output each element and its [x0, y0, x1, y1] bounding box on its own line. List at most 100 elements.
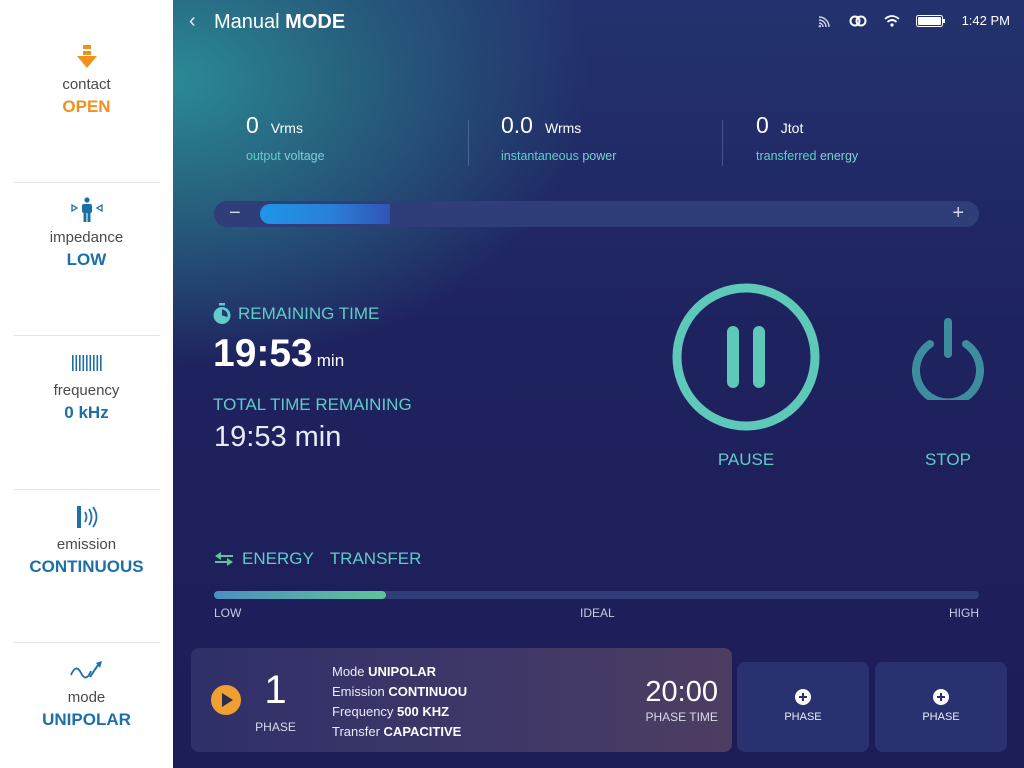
metric-output-voltage: 0 Vrms output voltage	[246, 112, 325, 163]
energy-tick-low: LOW	[214, 606, 242, 620]
sidebar-item-label: frequency	[53, 382, 120, 399]
metric-sub: voltage	[284, 149, 325, 163]
divider	[14, 489, 160, 490]
phase-time-label: PHASE TIME	[645, 710, 718, 724]
metric-instantaneous-power: 0.0 Wrms instantaneous power	[501, 112, 616, 163]
title-light: Manual	[214, 11, 280, 33]
energy-transfer-label: ENERGY TRANSFER	[214, 549, 421, 569]
metric-sub-bold: transferred	[756, 149, 817, 163]
remaining-time-number: 19:53	[213, 332, 313, 375]
sidebar-item-label: emission	[56, 536, 117, 553]
energy-tick-ideal: IDEAL	[580, 606, 615, 620]
sidebar-item-mode[interactable]: mode UNIPOLAR	[0, 655, 173, 730]
sidebar-item-emission[interactable]: emission CONTINUOUS	[0, 502, 173, 577]
link-icon	[849, 15, 867, 26]
status-bar: 1:42 PM	[818, 13, 1010, 28]
phase-label: PHASE	[255, 720, 296, 734]
arrow-down-icon	[0, 42, 173, 72]
energy-tick-high: HIGH	[949, 606, 979, 620]
emission-waves-icon	[0, 502, 173, 532]
energy-label-2: TRANSFER	[329, 549, 422, 568]
energy-label-1: ENERGY	[242, 549, 314, 568]
phase-number: 1	[264, 668, 287, 712]
phase-frequency-value: 500 KHZ	[397, 704, 450, 719]
plus-icon	[795, 689, 811, 705]
phase-emission-value: CONTINUOU	[388, 684, 468, 699]
phase-info: Mode UNIPOLAR Emission CONTINUOU Frequen…	[332, 662, 467, 742]
sidebar-item-value: CONTINUOUS	[29, 557, 144, 576]
increase-button[interactable]: +	[952, 202, 964, 225]
sidebar-item-value: LOW	[66, 250, 107, 269]
energy-bar	[214, 591, 979, 599]
total-time-value: 19:53 min	[214, 421, 342, 453]
sidebar-item-impedance[interactable]: impedance LOW	[0, 195, 173, 270]
barcode-icon	[0, 348, 173, 378]
unipolar-wave-icon	[0, 655, 173, 685]
plus-icon	[933, 689, 949, 705]
phase-transfer-value: CAPACITIVE	[383, 724, 462, 739]
metric-value: 0	[246, 112, 259, 138]
decrease-button[interactable]: −	[229, 202, 241, 225]
battery-icon	[915, 14, 945, 27]
slider-fill[interactable]	[260, 204, 390, 224]
power-slider[interactable]: − +	[214, 201, 979, 227]
power-icon[interactable]	[906, 316, 990, 400]
add-phase-button[interactable]: PHASE	[737, 662, 869, 752]
pause-label: PAUSE	[717, 450, 775, 469]
sidebar-item-label: contact	[62, 76, 111, 93]
metric-sub-bold: output	[246, 149, 281, 163]
metric-value: 0.0	[501, 112, 533, 138]
phase-card[interactable]: 1 PHASE Mode UNIPOLAR Emission CONTINUOU…	[191, 648, 732, 752]
sidebar-item-frequency[interactable]: frequency 0 kHz	[0, 348, 173, 423]
add-phase-button[interactable]: PHASE	[875, 662, 1007, 752]
play-icon[interactable]	[211, 685, 241, 715]
person-arrows-icon	[0, 195, 173, 225]
clock: 1:42 PM	[961, 13, 1010, 28]
phase-mode-label: Mode	[332, 664, 365, 679]
stopwatch-icon	[213, 303, 231, 324]
add-phase-label: PHASE	[784, 711, 822, 723]
page-title: Manual MODE	[214, 11, 345, 34]
sidebar-item-value: UNIPOLAR	[42, 710, 131, 729]
metric-unit: Jtot	[780, 120, 804, 136]
phase-frequency-label: Frequency	[332, 704, 394, 719]
sidebar-item-contact[interactable]: contact OPEN	[0, 42, 173, 117]
phase-time: 20:00 PHASE TIME	[645, 676, 718, 724]
divider	[722, 120, 723, 166]
back-chevron-icon[interactable]: ‹	[189, 10, 196, 33]
metric-unit: Wrms	[544, 120, 582, 136]
wifi-icon	[883, 14, 900, 27]
metric-sub: energy	[819, 149, 859, 163]
metric-transferred-energy: 0 Jtot transferred energy	[756, 112, 858, 163]
divider	[14, 335, 160, 336]
divider	[468, 120, 469, 166]
swap-arrows-icon	[215, 552, 233, 566]
phase-mode-value: UNIPOLAR	[368, 664, 437, 679]
sidebar-item-value: OPEN	[62, 97, 111, 116]
energy-bar-fill	[214, 591, 386, 599]
top-bar: ‹ Manual MODE 1:42 PM	[173, 0, 1024, 44]
cast-icon	[818, 15, 830, 27]
sidebar: contact OPEN impedance LOW frequency 0 k…	[0, 0, 173, 768]
pause-button[interactable]	[671, 282, 821, 432]
phase-emission-label: Emission	[332, 684, 385, 699]
phase-transfer-label: Transfer	[332, 724, 380, 739]
sidebar-item-value: 0 kHz	[64, 403, 109, 422]
metric-sub: power	[582, 149, 617, 163]
remaining-time-text: REMAINING TIME	[238, 304, 380, 323]
sidebar-item-label: mode	[67, 689, 106, 706]
metric-value: 0	[756, 112, 769, 138]
stop-label: STOP	[925, 450, 971, 469]
metric-unit: Vrms	[270, 120, 303, 136]
remaining-time-value: 19:53 min	[213, 332, 344, 376]
sidebar-item-label: impedance	[49, 229, 124, 246]
total-time-label: TOTAL TIME REMAINING	[213, 395, 412, 414]
divider	[14, 642, 160, 643]
metric-sub-bold: instantaneous	[501, 149, 579, 163]
remaining-time-unit: min	[316, 351, 345, 370]
phase-time-value: 20:00	[645, 676, 718, 708]
title-bold: MODE	[285, 11, 346, 33]
divider	[14, 182, 160, 183]
main-panel: ‹ Manual MODE 1:42 PM 0 Vrms output volta…	[173, 0, 1024, 768]
remaining-time-label: REMAINING TIME	[212, 303, 379, 325]
